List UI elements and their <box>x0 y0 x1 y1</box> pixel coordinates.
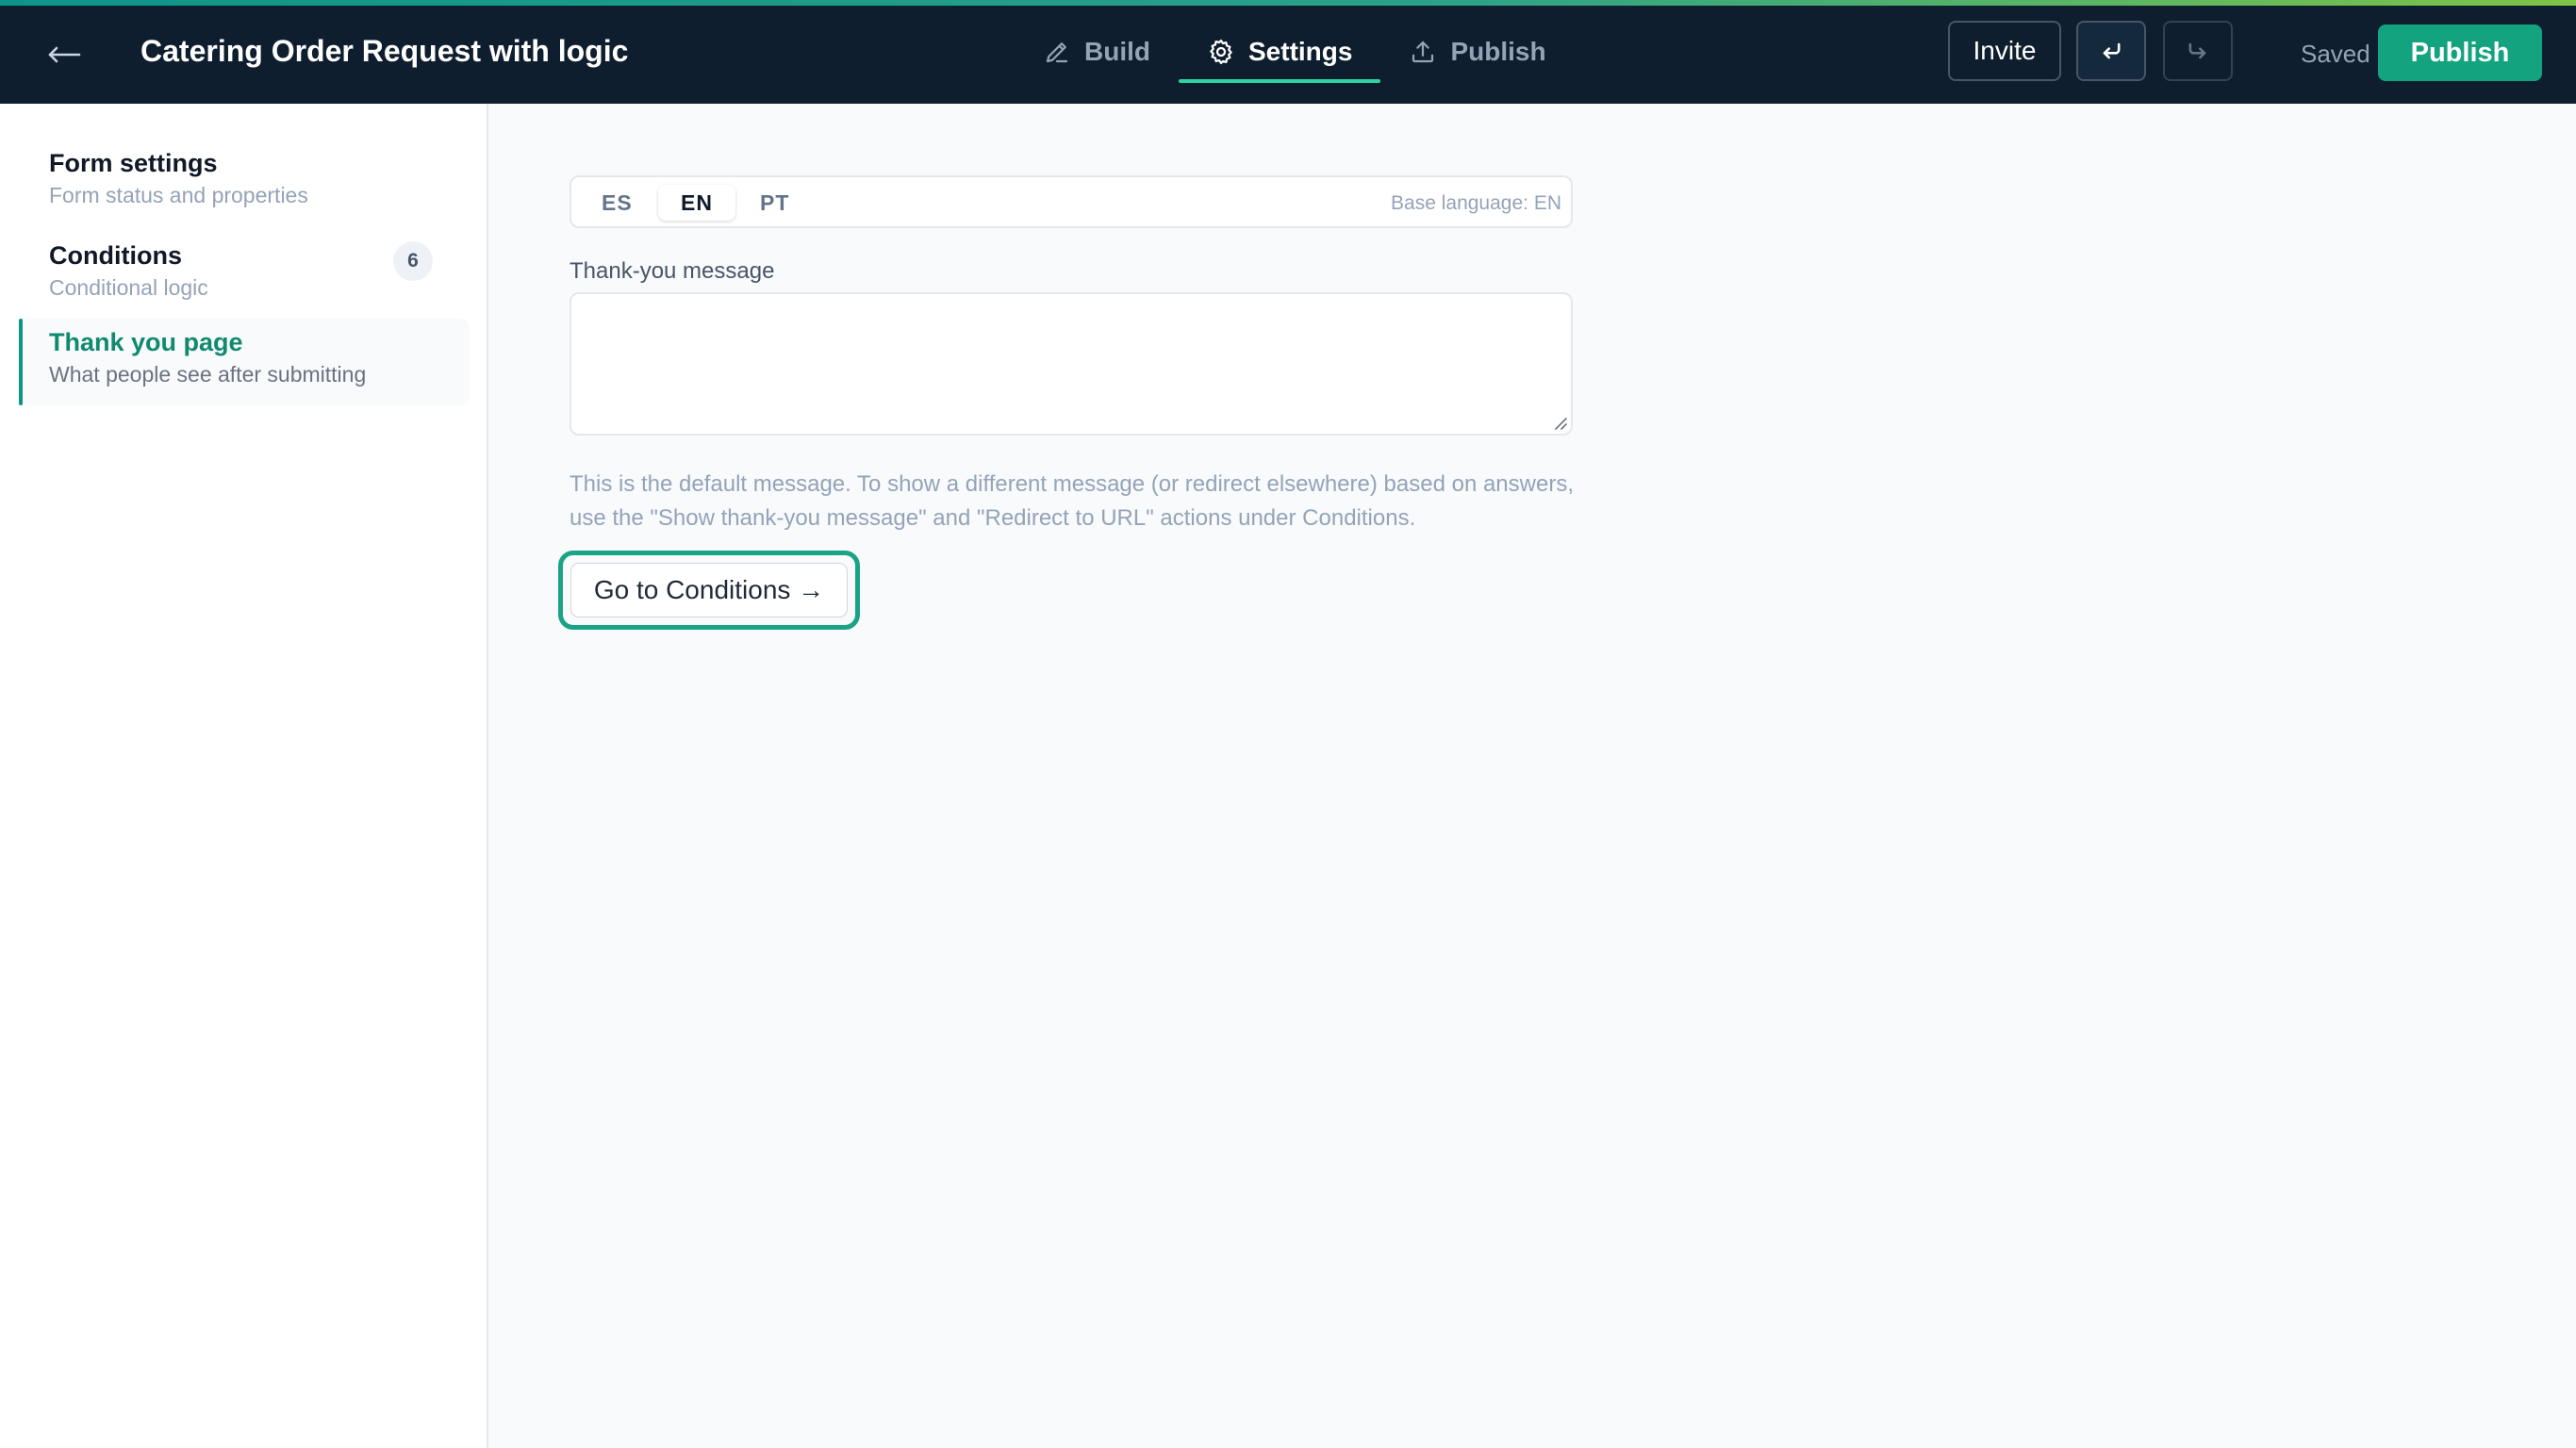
lang-tab-es[interactable]: ES <box>579 185 655 221</box>
redo-button[interactable] <box>2163 21 2233 81</box>
tab-settings-label: Settings <box>1248 37 1353 66</box>
sidebar-item-title: Conditions <box>49 241 182 270</box>
base-language-label: Base language: EN <box>1391 192 1561 214</box>
publish-button[interactable]: Publish <box>2378 25 2542 81</box>
undo-button[interactable] <box>2076 21 2146 81</box>
tab-publish-label: Publish <box>1450 37 1546 66</box>
nav-tabs: Build Settings Publish <box>1015 0 1575 104</box>
form-title: Catering Order Request with logic <box>140 34 629 68</box>
thank-you-message-label: Thank-you message <box>570 258 775 284</box>
sidebar-item-title: Thank you page <box>49 328 243 356</box>
arrow-left-icon <box>48 46 81 63</box>
sidebar-item-form-settings[interactable]: Form settings Form status and properties <box>19 140 470 226</box>
lang-tab-pt[interactable]: PT <box>737 185 812 221</box>
language-switcher: ES EN PT Base language: EN <box>570 175 1573 228</box>
saved-status: Saved <box>2301 40 2370 68</box>
redo-icon <box>2188 42 2206 59</box>
tab-build[interactable]: Build <box>1015 0 1179 104</box>
sidebar-item-subtitle: Conditional logic <box>49 275 208 300</box>
undo-icon <box>2103 42 2121 59</box>
sidebar-item-subtitle: Form status and properties <box>49 183 308 207</box>
upload-icon <box>1412 41 1434 63</box>
help-text: This is the default message. To show a d… <box>570 471 1574 531</box>
lang-tab-en[interactable]: EN <box>658 185 735 221</box>
conditions-count-badge: 6 <box>393 241 433 281</box>
sidebar-item-subtitle: What people see after submitting <box>49 362 367 387</box>
sidebar-item-title: Form settings <box>49 149 218 177</box>
pencil-icon <box>1046 42 1068 63</box>
resize-grip-icon[interactable] <box>1552 415 1567 430</box>
gear-icon <box>1210 40 1232 64</box>
active-indicator <box>19 319 23 405</box>
back-button[interactable] <box>41 32 87 77</box>
thank-you-message-input[interactable] <box>570 292 1573 436</box>
top-bar: Catering Order Request with logic Build … <box>0 0 2576 104</box>
go-to-conditions-button[interactable]: Go to Conditions → <box>570 563 848 617</box>
tab-build-label: Build <box>1084 37 1150 66</box>
sidebar-item-thank-you-page[interactable]: Thank you page What people see after sub… <box>19 319 470 405</box>
settings-sidebar: Form settings Form status and properties… <box>0 104 488 1448</box>
active-tab-underline <box>1179 79 1381 83</box>
invite-button[interactable]: Invite <box>1948 21 2061 81</box>
tab-settings[interactable]: Settings <box>1179 0 1381 104</box>
tab-publish[interactable]: Publish <box>1380 0 1574 104</box>
